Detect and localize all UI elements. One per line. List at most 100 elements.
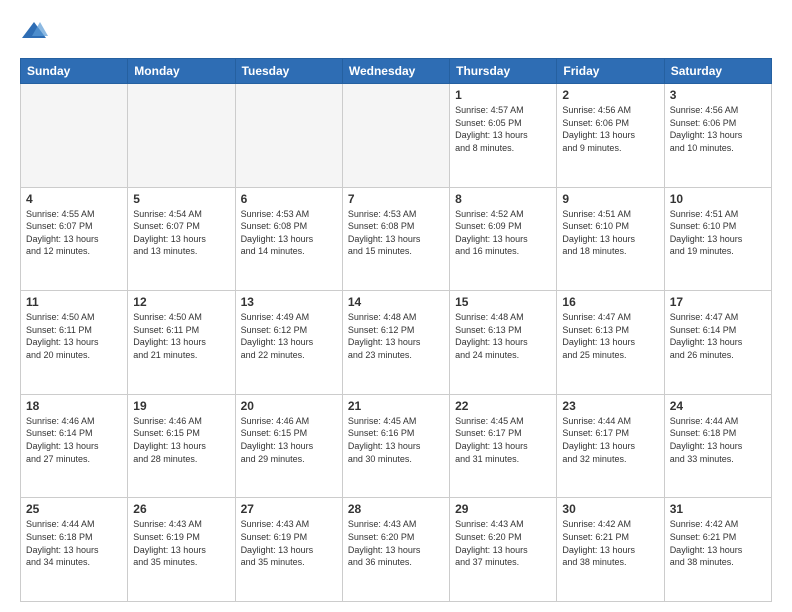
day-number: 24 [670,399,766,413]
day-info: Sunrise: 4:43 AM Sunset: 6:19 PM Dayligh… [241,518,337,568]
day-number: 1 [455,88,551,102]
day-info: Sunrise: 4:53 AM Sunset: 6:08 PM Dayligh… [241,208,337,258]
day-number: 15 [455,295,551,309]
day-cell: 17 Sunrise: 4:47 AM Sunset: 6:14 PM Dayli… [664,291,771,395]
week-row-3: 18 Sunrise: 4:46 AM Sunset: 6:14 PM Dayli… [21,394,772,498]
day-number: 3 [670,88,766,102]
day-cell: 15 Sunrise: 4:48 AM Sunset: 6:13 PM Dayli… [450,291,557,395]
calendar-table: SundayMondayTuesdayWednesdayThursdayFrid… [20,58,772,602]
logo [20,18,52,46]
day-cell: 23 Sunrise: 4:44 AM Sunset: 6:17 PM Dayli… [557,394,664,498]
page: SundayMondayTuesdayWednesdayThursdayFrid… [0,0,792,612]
col-header-wednesday: Wednesday [342,59,449,84]
day-info: Sunrise: 4:49 AM Sunset: 6:12 PM Dayligh… [241,311,337,361]
day-cell: 29 Sunrise: 4:43 AM Sunset: 6:20 PM Dayli… [450,498,557,602]
day-cell: 8 Sunrise: 4:52 AM Sunset: 6:09 PM Daylig… [450,187,557,291]
week-row-2: 11 Sunrise: 4:50 AM Sunset: 6:11 PM Dayli… [21,291,772,395]
day-number: 11 [26,295,122,309]
day-cell: 11 Sunrise: 4:50 AM Sunset: 6:11 PM Dayli… [21,291,128,395]
col-header-thursday: Thursday [450,59,557,84]
day-number: 8 [455,192,551,206]
day-info: Sunrise: 4:42 AM Sunset: 6:21 PM Dayligh… [562,518,658,568]
day-number: 5 [133,192,229,206]
day-cell: 28 Sunrise: 4:43 AM Sunset: 6:20 PM Dayli… [342,498,449,602]
day-cell: 12 Sunrise: 4:50 AM Sunset: 6:11 PM Dayli… [128,291,235,395]
day-number: 17 [670,295,766,309]
day-number: 21 [348,399,444,413]
day-number: 29 [455,502,551,516]
day-cell: 16 Sunrise: 4:47 AM Sunset: 6:13 PM Dayli… [557,291,664,395]
day-info: Sunrise: 4:44 AM Sunset: 6:18 PM Dayligh… [670,415,766,465]
day-cell: 21 Sunrise: 4:45 AM Sunset: 6:16 PM Dayli… [342,394,449,498]
day-number: 13 [241,295,337,309]
day-info: Sunrise: 4:45 AM Sunset: 6:17 PM Dayligh… [455,415,551,465]
logo-icon [20,18,48,46]
day-cell: 25Sunrise: 4:44 AM Sunset: 6:18 PM Dayli… [21,498,128,602]
day-info: Sunrise: 4:43 AM Sunset: 6:20 PM Dayligh… [348,518,444,568]
day-info: Sunrise: 4:51 AM Sunset: 6:10 PM Dayligh… [562,208,658,258]
col-header-saturday: Saturday [664,59,771,84]
day-number: 12 [133,295,229,309]
day-cell: 30 Sunrise: 4:42 AM Sunset: 6:21 PM Dayli… [557,498,664,602]
day-number: 9 [562,192,658,206]
day-number: 26 [133,502,229,516]
day-cell: 5Sunrise: 4:54 AM Sunset: 6:07 PM Daylig… [128,187,235,291]
day-info: Sunrise: 4:55 AM Sunset: 6:07 PM Dayligh… [26,208,122,258]
day-number: 16 [562,295,658,309]
day-info: Sunrise: 4:50 AM Sunset: 6:11 PM Dayligh… [26,311,122,361]
day-info: Sunrise: 4:50 AM Sunset: 6:11 PM Dayligh… [133,311,229,361]
header [20,18,772,46]
day-info: Sunrise: 4:46 AM Sunset: 6:15 PM Dayligh… [241,415,337,465]
day-number: 23 [562,399,658,413]
week-row-4: 25Sunrise: 4:44 AM Sunset: 6:18 PM Dayli… [21,498,772,602]
day-info: Sunrise: 4:52 AM Sunset: 6:09 PM Dayligh… [455,208,551,258]
day-cell: 13 Sunrise: 4:49 AM Sunset: 6:12 PM Dayli… [235,291,342,395]
day-info: Sunrise: 4:51 AM Sunset: 6:10 PM Dayligh… [670,208,766,258]
day-info: Sunrise: 4:47 AM Sunset: 6:14 PM Dayligh… [670,311,766,361]
day-info: Sunrise: 4:57 AM Sunset: 6:05 PM Dayligh… [455,104,551,154]
day-number: 18 [26,399,122,413]
day-info: Sunrise: 4:48 AM Sunset: 6:13 PM Dayligh… [455,311,551,361]
day-cell: 27 Sunrise: 4:43 AM Sunset: 6:19 PM Dayli… [235,498,342,602]
day-cell [342,84,449,188]
day-number: 7 [348,192,444,206]
day-cell: 19 Sunrise: 4:46 AM Sunset: 6:15 PM Dayli… [128,394,235,498]
day-number: 22 [455,399,551,413]
day-info: Sunrise: 4:48 AM Sunset: 6:12 PM Dayligh… [348,311,444,361]
day-number: 2 [562,88,658,102]
day-cell: 22 Sunrise: 4:45 AM Sunset: 6:17 PM Dayli… [450,394,557,498]
day-cell: 26 Sunrise: 4:43 AM Sunset: 6:19 PM Dayli… [128,498,235,602]
day-info: Sunrise: 4:44 AM Sunset: 6:18 PM Dayligh… [26,518,122,568]
day-cell: 31 Sunrise: 4:42 AM Sunset: 6:21 PM Dayli… [664,498,771,602]
day-number: 14 [348,295,444,309]
day-cell: 20 Sunrise: 4:46 AM Sunset: 6:15 PM Dayli… [235,394,342,498]
day-info: Sunrise: 4:46 AM Sunset: 6:15 PM Dayligh… [133,415,229,465]
day-number: 6 [241,192,337,206]
col-header-sunday: Sunday [21,59,128,84]
day-info: Sunrise: 4:42 AM Sunset: 6:21 PM Dayligh… [670,518,766,568]
day-number: 19 [133,399,229,413]
day-number: 30 [562,502,658,516]
day-cell: 4Sunrise: 4:55 AM Sunset: 6:07 PM Daylig… [21,187,128,291]
day-info: Sunrise: 4:45 AM Sunset: 6:16 PM Dayligh… [348,415,444,465]
day-info: Sunrise: 4:46 AM Sunset: 6:14 PM Dayligh… [26,415,122,465]
day-number: 20 [241,399,337,413]
day-info: Sunrise: 4:44 AM Sunset: 6:17 PM Dayligh… [562,415,658,465]
day-info: Sunrise: 4:43 AM Sunset: 6:19 PM Dayligh… [133,518,229,568]
day-cell: 9 Sunrise: 4:51 AM Sunset: 6:10 PM Daylig… [557,187,664,291]
day-cell: 10 Sunrise: 4:51 AM Sunset: 6:10 PM Dayli… [664,187,771,291]
day-cell: 6 Sunrise: 4:53 AM Sunset: 6:08 PM Daylig… [235,187,342,291]
day-cell [21,84,128,188]
day-cell [128,84,235,188]
day-info: Sunrise: 4:43 AM Sunset: 6:20 PM Dayligh… [455,518,551,568]
day-info: Sunrise: 4:47 AM Sunset: 6:13 PM Dayligh… [562,311,658,361]
week-row-0: 1 Sunrise: 4:57 AM Sunset: 6:05 PM Daylig… [21,84,772,188]
col-header-friday: Friday [557,59,664,84]
day-number: 10 [670,192,766,206]
day-number: 27 [241,502,337,516]
day-cell: 7 Sunrise: 4:53 AM Sunset: 6:08 PM Daylig… [342,187,449,291]
day-number: 31 [670,502,766,516]
col-header-tuesday: Tuesday [235,59,342,84]
day-info: Sunrise: 4:53 AM Sunset: 6:08 PM Dayligh… [348,208,444,258]
day-number: 28 [348,502,444,516]
